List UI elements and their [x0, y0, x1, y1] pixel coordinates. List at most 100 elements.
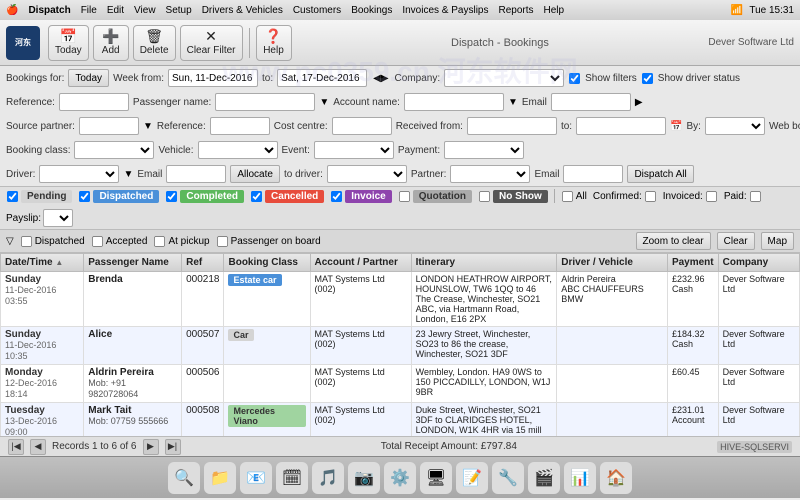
reference2-input[interactable] — [210, 117, 270, 135]
table-row[interactable]: Monday12-Dec-2016 18:14Aldrin PereiraMob… — [1, 365, 800, 403]
pending-checkbox[interactable] — [7, 190, 18, 201]
accepted-checkbox[interactable] — [92, 235, 103, 246]
confirmed-checkbox[interactable] — [645, 190, 656, 201]
table-row[interactable]: Sunday11-Dec-2016 10:35Alice000507CarMAT… — [1, 327, 800, 365]
table-row[interactable]: Sunday11-Dec-2016 03:55Brenda000218Estat… — [1, 272, 800, 327]
to-driver-select[interactable] — [327, 165, 407, 183]
menu-drivers[interactable]: Drivers & Vehicles — [202, 5, 283, 16]
col-account[interactable]: Account / Partner — [310, 254, 411, 272]
col-datetime[interactable]: Date/Time ▲ — [1, 254, 84, 272]
dock-icon-home[interactable]: 🏠 — [600, 462, 632, 494]
dock-icon-tools[interactable]: 🔧 — [492, 462, 524, 494]
first-page-button[interactable]: |◀ — [8, 439, 24, 455]
menu-file[interactable]: File — [81, 5, 97, 16]
dock-icon-notes[interactable]: 📝 — [456, 462, 488, 494]
cancelled-checkbox[interactable] — [251, 190, 262, 201]
email2-input[interactable] — [166, 165, 226, 183]
col-itinerary[interactable]: Itinerary — [411, 254, 557, 272]
email-input1[interactable] — [551, 93, 631, 111]
dock-icon-folder[interactable]: 📁 — [204, 462, 236, 494]
col-booking-class[interactable]: Booking Class — [224, 254, 310, 272]
quotation-badge[interactable]: Quotation — [413, 190, 472, 203]
next-page-button[interactable]: ▶ — [143, 439, 159, 455]
invoiced-checkbox[interactable] — [706, 190, 717, 201]
booking-class-select[interactable] — [74, 141, 154, 159]
date-to-input[interactable] — [277, 69, 367, 87]
passenger-name-input[interactable] — [215, 93, 315, 111]
today-filter-button[interactable]: Today — [68, 69, 109, 87]
cost-centre-input[interactable] — [332, 117, 392, 135]
dispatched-checkbox[interactable] — [79, 190, 90, 201]
dispatch-all-button[interactable]: Dispatch All — [627, 165, 693, 183]
dock-icon-charts[interactable]: 📊 — [564, 462, 596, 494]
map-button[interactable]: Map — [761, 232, 794, 250]
dock-icon-video[interactable]: 🎬 — [528, 462, 560, 494]
menu-edit[interactable]: Edit — [107, 5, 124, 16]
menu-setup[interactable]: Setup — [166, 5, 192, 16]
menu-reports[interactable]: Reports — [498, 5, 533, 16]
event-select[interactable] — [314, 141, 394, 159]
completed-badge[interactable]: Completed — [180, 190, 244, 203]
payslip-select[interactable] — [43, 209, 73, 227]
help-button[interactable]: ❓ Help — [256, 25, 292, 61]
dock-icon-mail[interactable]: 📧 — [240, 462, 272, 494]
noshow-checkbox[interactable] — [479, 190, 490, 201]
col-driver[interactable]: Driver / Vehicle — [557, 254, 668, 272]
all-checkbox[interactable] — [562, 190, 573, 201]
clear-filter-button[interactable]: ✕ Clear Filter — [180, 25, 243, 61]
col-ref[interactable]: Ref — [182, 254, 224, 272]
allocate-button[interactable]: Allocate — [230, 165, 280, 183]
app-menu-dispatch[interactable]: Dispatch — [28, 5, 70, 16]
completed-checkbox[interactable] — [166, 190, 177, 201]
date-from-input[interactable] — [168, 69, 258, 87]
invoice-checkbox[interactable] — [331, 190, 342, 201]
paid-checkbox[interactable] — [750, 190, 761, 201]
col-company[interactable]: Company — [718, 254, 799, 272]
email3-input[interactable] — [563, 165, 623, 183]
received-to-input[interactable] — [576, 117, 666, 135]
dispatched-badge[interactable]: Dispatched — [93, 190, 159, 203]
driver-select[interactable] — [39, 165, 119, 183]
vehicle-select[interactable] — [198, 141, 278, 159]
dock-icon-finder[interactable]: 🔍 — [168, 462, 200, 494]
partner-select[interactable] — [450, 165, 530, 183]
menu-items[interactable]: 🍎 Dispatch File Edit View Setup Drivers … — [6, 5, 564, 16]
invoice-badge[interactable]: Invoice — [345, 190, 391, 203]
at-pickup-checkbox[interactable] — [154, 235, 165, 246]
menu-invoices[interactable]: Invoices & Payslips — [402, 5, 488, 16]
zoom-to-clear-button[interactable]: Zoom to clear — [636, 232, 711, 250]
received-from-input[interactable] — [467, 117, 557, 135]
table-row[interactable]: Tuesday13-Dec-2016 09:00Mark TaitMob: 07… — [1, 403, 800, 437]
payment-select[interactable] — [444, 141, 524, 159]
delete-button[interactable]: 🗑 Delete — [133, 25, 176, 61]
by-select[interactable] — [705, 117, 765, 135]
menu-bookings[interactable]: Bookings — [351, 5, 392, 16]
add-button[interactable]: ➕ Add — [93, 25, 129, 61]
passenger-on-board-checkbox[interactable] — [217, 235, 228, 246]
account-name-input[interactable] — [404, 93, 504, 111]
company-select[interactable] — [444, 69, 564, 87]
cancelled-badge[interactable]: Cancelled — [265, 190, 324, 203]
menu-help[interactable]: Help — [544, 5, 565, 16]
show-driver-status-checkbox[interactable] — [642, 72, 653, 83]
dispatched-action-checkbox[interactable] — [21, 235, 32, 246]
dock-icon-music[interactable]: 🎵 — [312, 462, 344, 494]
quotation-checkbox[interactable] — [399, 190, 410, 201]
dock-icon-settings[interactable]: ⚙️ — [384, 462, 416, 494]
dock-icon-photos[interactable]: 📷 — [348, 462, 380, 494]
dock-icon-calendar[interactable]: 🗓 — [276, 462, 308, 494]
today-button[interactable]: 📅 Today — [48, 25, 89, 61]
menu-view[interactable]: View — [134, 5, 156, 16]
dock-icon-monitor[interactable]: 🖥 — [420, 462, 452, 494]
prev-page-button[interactable]: ◀ — [30, 439, 46, 455]
col-payment[interactable]: Payment — [667, 254, 718, 272]
menu-customers[interactable]: Customers — [293, 5, 341, 16]
reference-input[interactable] — [59, 93, 129, 111]
show-filters-checkbox[interactable] — [569, 72, 580, 83]
col-passenger[interactable]: Passenger Name — [84, 254, 182, 272]
apple-menu[interactable]: 🍎 — [6, 5, 18, 16]
noshow-badge[interactable]: No Show — [493, 190, 548, 203]
source-partner-input[interactable] — [79, 117, 139, 135]
last-page-button[interactable]: ▶| — [165, 439, 181, 455]
pending-badge[interactable]: Pending — [21, 190, 72, 203]
